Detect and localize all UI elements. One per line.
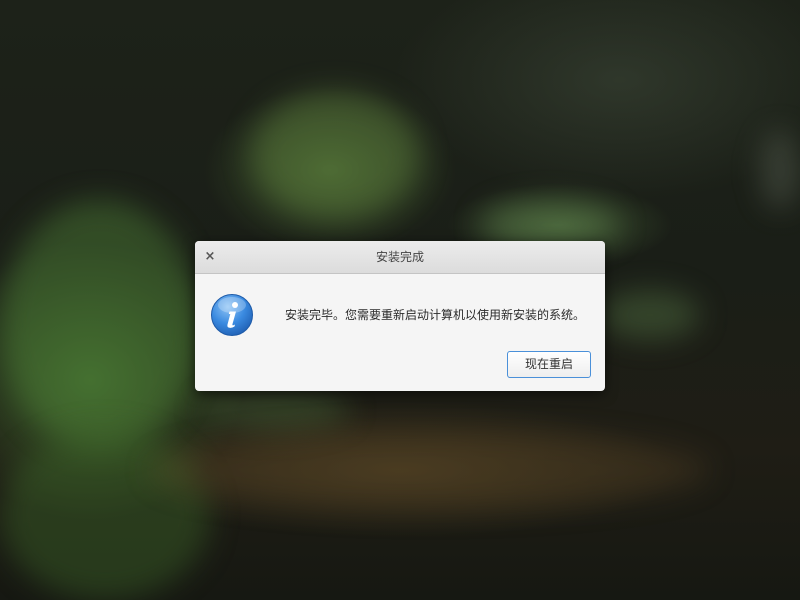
info-icon bbox=[211, 294, 253, 336]
dialog-title: 安装完成 bbox=[375, 250, 424, 264]
install-complete-dialog: × 安装完成 安装完毕。您需要重新启动计算机以使用新安装的系统。 现在重启 bbox=[195, 241, 605, 391]
restart-now-button[interactable]: 现在重启 bbox=[507, 351, 591, 378]
dialog-titlebar: × 安装完成 bbox=[195, 241, 605, 274]
dialog-message: 安装完毕。您需要重新启动计算机以使用新安装的系统。 bbox=[285, 308, 586, 322]
